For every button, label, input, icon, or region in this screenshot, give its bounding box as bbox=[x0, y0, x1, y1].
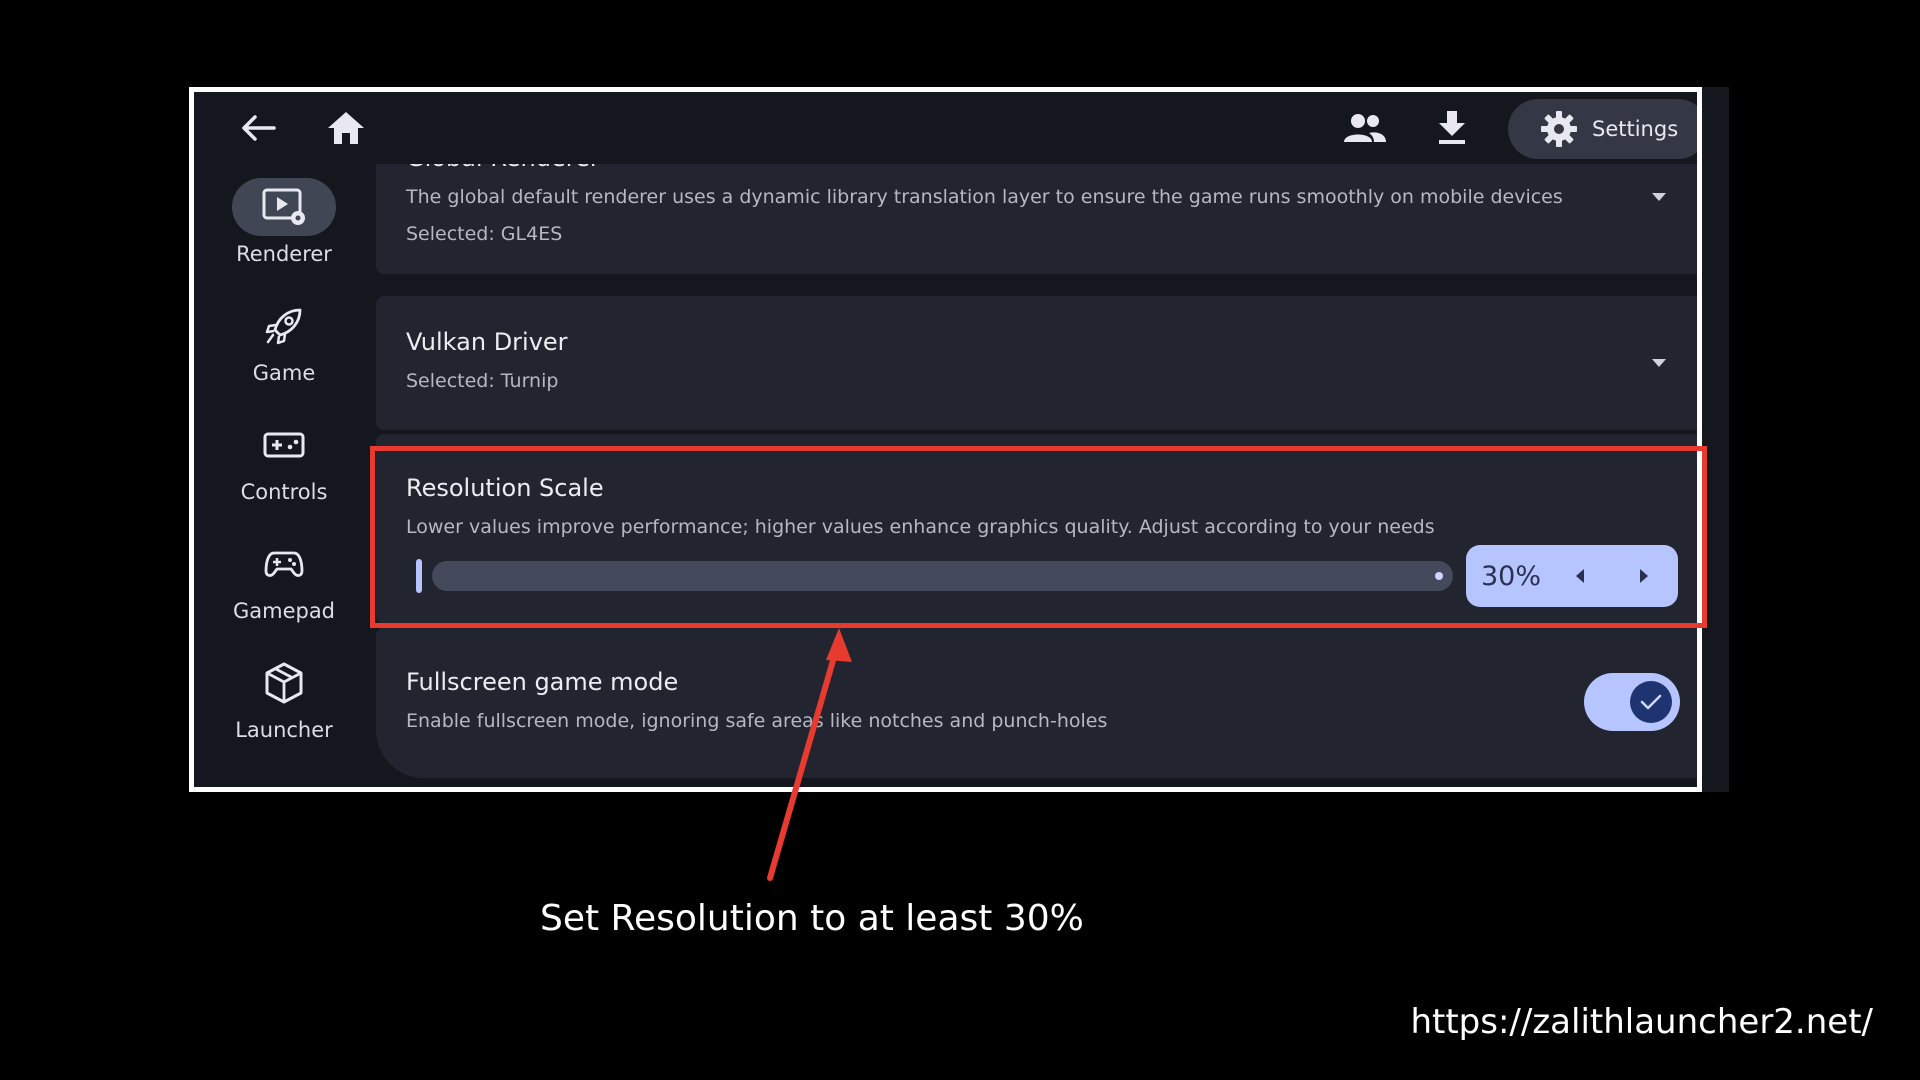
global-renderer-description: The global default renderer uses a dynam… bbox=[406, 186, 1563, 208]
fullscreen-title: Fullscreen game mode bbox=[406, 668, 679, 696]
app-window: Settings Renderer Game Controls Gamepad … bbox=[189, 87, 1702, 792]
chevron-down-icon[interactable] bbox=[1652, 359, 1666, 367]
fullscreen-card: Fullscreen game mode Enable fullscreen m… bbox=[376, 628, 1697, 778]
sidebar-item-label: Controls bbox=[240, 480, 328, 504]
check-icon bbox=[1640, 694, 1662, 710]
renderer-icon-wrap bbox=[232, 178, 336, 236]
renderer-icon bbox=[262, 188, 305, 225]
settings-button[interactable]: Settings bbox=[1508, 99, 1697, 159]
fullscreen-description: Enable fullscreen mode, ignoring safe ar… bbox=[406, 710, 1108, 732]
sidebar-item-label: Game bbox=[252, 361, 316, 385]
download-button[interactable] bbox=[1430, 106, 1474, 150]
website-url: https://zalithlauncher2.net/ bbox=[1410, 1002, 1873, 1042]
gamepad-icon bbox=[264, 551, 304, 577]
sidebar-item-gamepad[interactable]: Gamepad bbox=[194, 535, 374, 623]
people-icon bbox=[1344, 114, 1386, 142]
sidebar-item-controls[interactable]: Controls bbox=[194, 416, 374, 504]
instruction-caption: Set Resolution to at least 30% bbox=[540, 898, 1084, 939]
chevron-down-icon[interactable] bbox=[1652, 193, 1666, 201]
sidebar-item-game[interactable]: Game bbox=[194, 297, 374, 385]
download-icon bbox=[1439, 111, 1465, 144]
controls-icon bbox=[263, 432, 305, 458]
vulkan-driver-title: Vulkan Driver bbox=[406, 328, 568, 356]
sidebar-item-renderer[interactable]: Renderer bbox=[194, 178, 374, 266]
gamepad-icon-wrap bbox=[232, 535, 336, 593]
sidebar-item-label: Launcher bbox=[235, 718, 333, 742]
home-button[interactable] bbox=[324, 106, 368, 150]
highlight-box bbox=[370, 446, 1707, 628]
controls-icon-wrap bbox=[232, 416, 336, 474]
sidebar: Renderer Game Controls Gamepad Launcher bbox=[194, 164, 374, 787]
cube-icon-wrap bbox=[232, 654, 336, 712]
sidebar-item-label: Gamepad bbox=[232, 599, 336, 623]
sidebar-item-launcher[interactable]: Launcher bbox=[194, 654, 374, 742]
sidebar-item-label: Renderer bbox=[236, 242, 332, 266]
frame-edge-strip bbox=[1702, 87, 1729, 792]
top-bar: Settings bbox=[194, 92, 1697, 164]
vulkan-driver-selected: Selected: Turnip bbox=[406, 370, 559, 392]
accounts-button[interactable] bbox=[1343, 106, 1387, 150]
global-renderer-selected: Selected: GL4ES bbox=[406, 223, 563, 245]
gear-icon bbox=[1541, 111, 1577, 147]
vulkan-driver-card[interactable]: Vulkan Driver Selected: Turnip bbox=[376, 296, 1697, 430]
home-icon bbox=[328, 112, 364, 144]
fullscreen-toggle[interactable] bbox=[1584, 673, 1680, 731]
toggle-knob bbox=[1630, 681, 1672, 723]
rocket-icon-wrap bbox=[232, 297, 336, 355]
rocket-icon bbox=[265, 308, 302, 345]
settings-label: Settings bbox=[1592, 117, 1679, 141]
back-button[interactable] bbox=[236, 106, 280, 150]
cube-icon bbox=[265, 662, 303, 704]
arrow-left-icon bbox=[242, 115, 276, 141]
